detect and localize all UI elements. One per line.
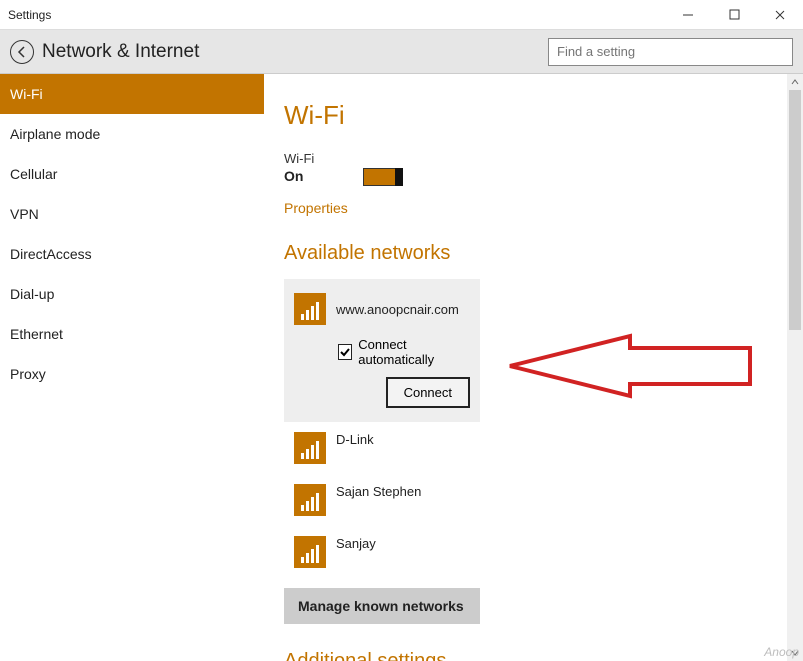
sidebar-item-proxy[interactable]: Proxy bbox=[0, 354, 264, 394]
wifi-toggle[interactable] bbox=[363, 168, 403, 186]
network-name: www.anoopcnair.com bbox=[336, 302, 459, 317]
signal-icon bbox=[294, 536, 326, 568]
network-name: D-Link bbox=[336, 432, 374, 447]
window-title: Settings bbox=[0, 8, 665, 22]
network-item[interactable]: Sajan Stephen bbox=[284, 474, 480, 526]
connect-button[interactable]: Connect bbox=[386, 377, 470, 408]
window-controls bbox=[665, 0, 803, 30]
scrollbar[interactable] bbox=[787, 74, 803, 661]
maximize-button[interactable] bbox=[711, 0, 757, 30]
header-title: Network & Internet bbox=[42, 41, 548, 63]
signal-icon bbox=[294, 484, 326, 516]
page-title: Wi-Fi bbox=[284, 100, 783, 131]
network-name: Sanjay bbox=[336, 536, 376, 551]
connect-auto-label: Connect automatically bbox=[358, 337, 470, 367]
network-item[interactable]: D-Link bbox=[284, 422, 480, 474]
sidebar: Wi-Fi Airplane mode Cellular VPN DirectA… bbox=[0, 74, 264, 661]
scroll-up-icon[interactable] bbox=[787, 74, 803, 90]
manage-known-networks-button[interactable]: Manage known networks bbox=[284, 588, 480, 624]
available-networks-heading: Available networks bbox=[284, 242, 783, 265]
network-item-selected[interactable]: www.anoopcnair.com Connect automatically… bbox=[284, 279, 480, 422]
sidebar-item-directaccess[interactable]: DirectAccess bbox=[0, 234, 264, 274]
sidebar-item-wifi[interactable]: Wi-Fi bbox=[0, 74, 264, 114]
header: Network & Internet bbox=[0, 30, 803, 74]
sidebar-item-ethernet[interactable]: Ethernet bbox=[0, 314, 264, 354]
properties-link[interactable]: Properties bbox=[284, 200, 783, 216]
scrollbar-thumb[interactable] bbox=[789, 90, 801, 330]
titlebar: Settings bbox=[0, 0, 803, 30]
network-item[interactable]: Sanjay bbox=[284, 526, 480, 578]
signal-icon bbox=[294, 293, 326, 325]
sidebar-item-airplane-mode[interactable]: Airplane mode bbox=[0, 114, 264, 154]
sidebar-item-dialup[interactable]: Dial-up bbox=[0, 274, 264, 314]
sidebar-item-vpn[interactable]: VPN bbox=[0, 194, 264, 234]
watermark: Anoop bbox=[764, 645, 799, 659]
back-button[interactable] bbox=[10, 40, 34, 64]
wifi-toggle-state: On bbox=[284, 168, 303, 184]
network-name: Sajan Stephen bbox=[336, 484, 421, 499]
close-button[interactable] bbox=[757, 0, 803, 30]
wifi-toggle-label: Wi-Fi bbox=[284, 151, 783, 166]
annotation-arrow-icon bbox=[490, 326, 760, 406]
signal-icon bbox=[294, 432, 326, 464]
search-input[interactable] bbox=[548, 38, 793, 66]
content-pane: Wi-Fi Wi-Fi On Properties Available netw… bbox=[264, 74, 803, 661]
checkbox-icon[interactable] bbox=[338, 344, 352, 360]
additional-settings-heading: Additional settings bbox=[284, 650, 783, 661]
sidebar-item-cellular[interactable]: Cellular bbox=[0, 154, 264, 194]
minimize-button[interactable] bbox=[665, 0, 711, 30]
connect-auto-row[interactable]: Connect automatically bbox=[338, 337, 470, 367]
